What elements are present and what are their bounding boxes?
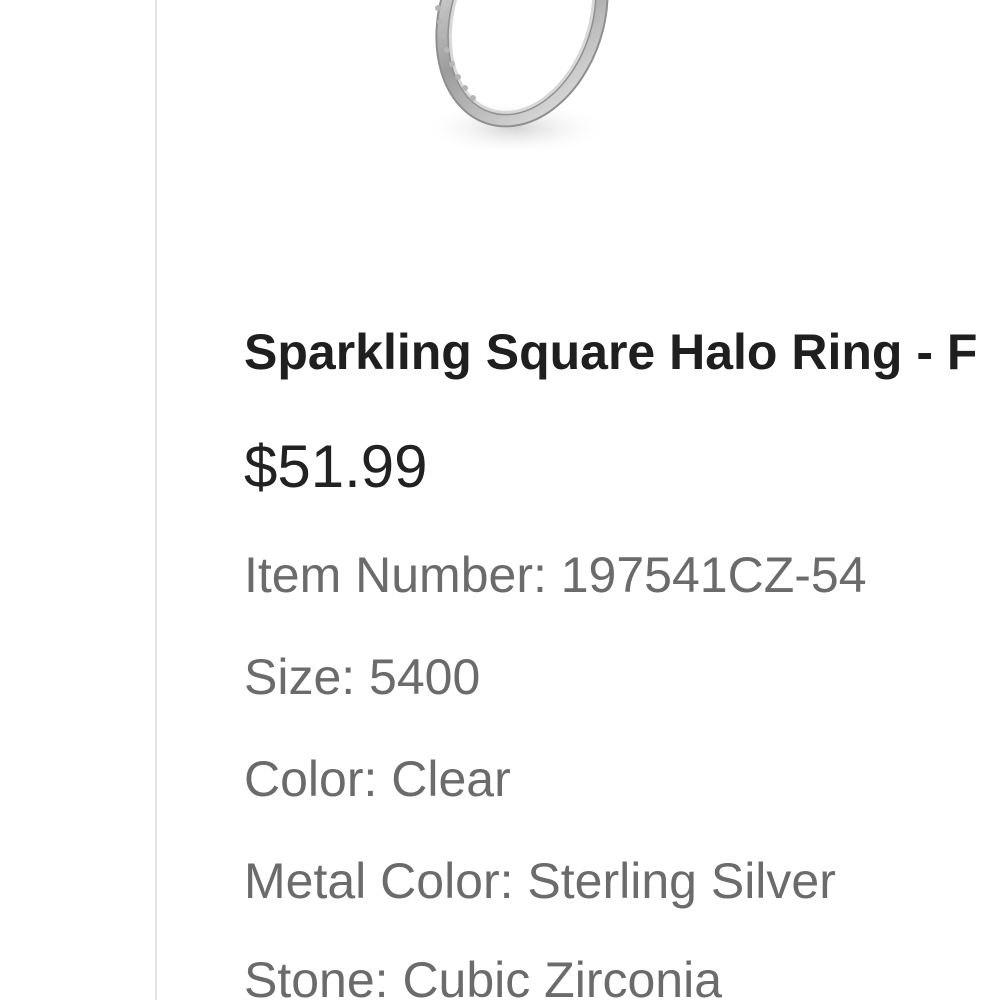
left-divider bbox=[155, 0, 157, 1000]
item-number: Item Number: 197541CZ-54 bbox=[244, 547, 867, 603]
ring-photo-icon bbox=[420, 0, 610, 156]
product-price: $51.99 bbox=[244, 433, 428, 500]
stone-value: Stone: Cubic Zirconia bbox=[244, 952, 723, 1000]
product-detail-page: Sparkling Square Halo Ring - F $51.99 It… bbox=[0, 0, 1000, 1000]
size-value: Size: 5400 bbox=[244, 649, 481, 705]
product-title[interactable]: Sparkling Square Halo Ring - F bbox=[244, 322, 977, 382]
color-value: Color: Clear bbox=[244, 751, 511, 807]
metal-color-value: Metal Color: Sterling Silver bbox=[244, 853, 836, 909]
product-image[interactable] bbox=[380, 0, 640, 180]
